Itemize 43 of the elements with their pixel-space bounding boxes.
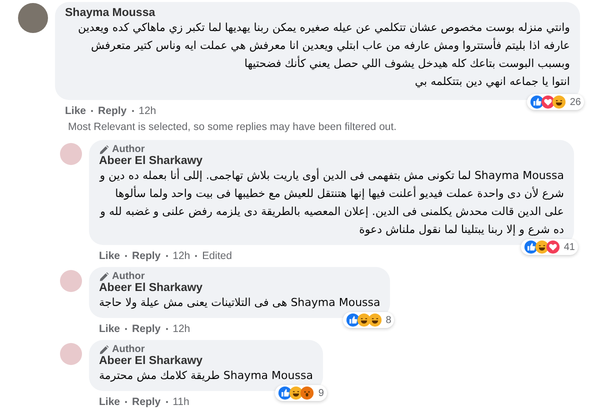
pencil-icon bbox=[99, 144, 109, 154]
like-reaction-icon bbox=[346, 313, 360, 327]
laughing-reaction-icon bbox=[534, 240, 549, 254]
comment-text: Shayma Moussa لما تكونى مش بتفهمى فى الدين أوى ياريت بلاش تهاجمى. إللى أنا بعمله ده دين و شرع لأن دى واحدة عملت فيديو أعلنت فيها إنها هتنتقل للعيش مع خطيبها فى بيت واحد ولما سألوها على الدين قالت محدش يكلمنى فى الدين. إعلان المعصيه بالطريقة دى يلزمه رفض علنى و غضبه لله و ده شرع و إلا ربنا يبتلينا لما نقول ملناش دعوة bbox=[99, 167, 564, 238]
reply-link[interactable]: Reply bbox=[132, 323, 161, 335]
timestamp[interactable]: 12h bbox=[172, 250, 190, 262]
author-name[interactable]: Abeer El Sharkawy bbox=[99, 355, 313, 367]
comment-text: Shayma Moussa طريقة كلامك مش محترمة bbox=[99, 368, 313, 384]
author-label: Author bbox=[112, 271, 145, 282]
pencil-icon bbox=[99, 344, 109, 354]
like-link[interactable]: Like bbox=[99, 250, 120, 262]
timestamp[interactable]: 12h bbox=[138, 105, 156, 117]
filter-notice: Most Relevant is selected, so some replies may have been filtered out. bbox=[67, 120, 398, 135]
author-name[interactable]: Abeer El Sharkawy bbox=[99, 282, 380, 294]
reaction-summary[interactable]: 26 bbox=[526, 94, 584, 110]
like-reaction-icon bbox=[530, 95, 544, 109]
author-name[interactable]: Abeer El Sharkawy bbox=[99, 155, 564, 167]
like-link[interactable]: Like bbox=[99, 323, 120, 335]
comment-text: Shayma Moussa هى فى التلاتينات يعنى مش عيلة ولا حاجة bbox=[99, 295, 380, 311]
reaction-summary[interactable]: 9 bbox=[275, 385, 327, 401]
heart-reaction-icon bbox=[546, 240, 560, 254]
like-link[interactable]: Like bbox=[65, 105, 86, 117]
reply-link[interactable]: Reply bbox=[98, 105, 127, 117]
avatar[interactable] bbox=[18, 3, 48, 33]
reaction-summary[interactable]: 41 bbox=[520, 239, 578, 255]
author-name[interactable]: Shayma Moussa bbox=[65, 7, 570, 19]
reply-link[interactable]: Reply bbox=[132, 396, 161, 408]
reaction-summary[interactable]: 8 bbox=[342, 312, 394, 328]
edited-label: Edited bbox=[202, 250, 232, 262]
like-reaction-icon bbox=[278, 386, 292, 400]
laughing-reaction-icon bbox=[289, 386, 304, 400]
author-label: Author bbox=[112, 144, 145, 155]
pencil-icon bbox=[99, 272, 109, 282]
surprised-reaction-icon bbox=[300, 386, 314, 400]
timestamp[interactable]: 12h bbox=[172, 323, 190, 335]
like-link[interactable]: Like bbox=[99, 396, 120, 408]
comment-text: وانتي منزله بوست مخصوص عشان تتكلمي عن عيله صغيره يمكن ربنا يهديها لما تكبر زي ماهاكي كده ويعدين عارفه اذا بليتم فأستتروا ومش عارفه من عاب ابتلي ويعدين انا معرفش هي عملت ايه وناس كتير متعرفش وبسبب البوست بتاعك كله هيدخل يشوف اللي حصل يعني كأنك فضحتيها انتوا يا جماعه انهي دين بتتكلمه بي bbox=[76, 20, 570, 90]
laughing-reaction-icon bbox=[356, 313, 371, 327]
timestamp[interactable]: 11h bbox=[172, 396, 190, 408]
author-label: Author bbox=[112, 344, 145, 355]
like-reaction-icon bbox=[524, 240, 538, 254]
reply-link[interactable]: Reply bbox=[132, 250, 161, 262]
heart-reaction-icon bbox=[540, 95, 555, 109]
